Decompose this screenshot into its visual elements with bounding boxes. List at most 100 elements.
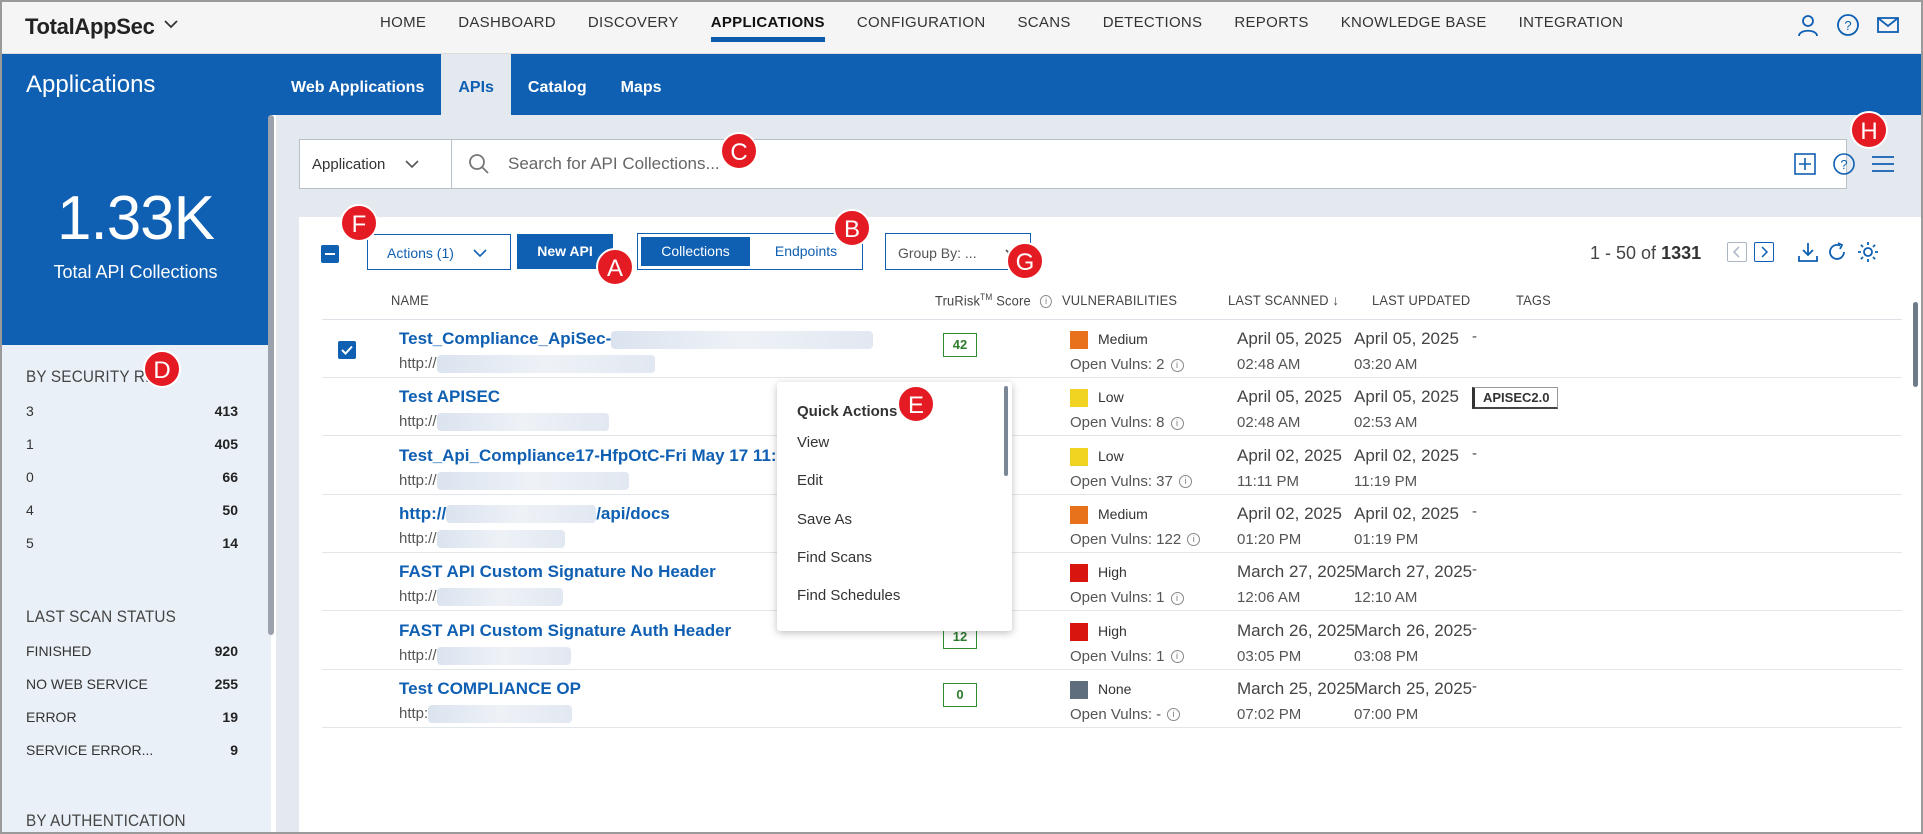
table-row[interactable]: http:///api/docshttp://323MediumOpen Vul… (322, 495, 1902, 553)
help-icon[interactable]: ? (1835, 12, 1861, 38)
chevron-down-icon (405, 160, 419, 169)
table-row[interactable]: Test APISEChttp://0LowOpen Vulns: 8iApri… (322, 378, 1902, 437)
quick-action-edit[interactable]: Edit (797, 472, 823, 489)
security-risk-section: BY SECURITY RISK 3 413 1 405 0 66 4 50 5 14 (26, 367, 238, 552)
table-row[interactable]: FAST API Custom Signature Auth Header htt… (322, 612, 1902, 670)
select-all-checkbox[interactable] (321, 245, 339, 263)
nav-applications[interactable]: APPLICATIONS (710, 0, 826, 54)
severity-label: Low (1098, 389, 1124, 406)
table-row[interactable]: Test_Api_Compliance17-HfpOtC-Fri May 17 … (322, 437, 1902, 495)
collection-name-link[interactable]: http:// /api/docs (399, 504, 670, 524)
severity-indicator (1070, 331, 1088, 349)
actions-dropdown[interactable]: Actions (1) (367, 234, 511, 270)
collection-url: http:// (399, 413, 609, 432)
nav-home[interactable]: HOME (380, 0, 426, 54)
info-icon[interactable]: i (1170, 650, 1184, 664)
col-tags[interactable]: TAGS (1516, 292, 1551, 308)
nav-reports[interactable]: REPORTS (1234, 0, 1308, 54)
last-updated-date: March 26, 2025 (1354, 620, 1473, 640)
col-name[interactable]: NAME (391, 292, 429, 308)
redacted-url (436, 413, 609, 432)
tab-catalog[interactable]: Catalog (511, 54, 604, 115)
table-row[interactable]: Test COMPLIANCE OP http: 0 None Open Vulns: … (322, 670, 1902, 728)
nav-discovery[interactable]: DISCOVERY (588, 0, 679, 54)
col-last-scanned[interactable]: LAST SCANNED ↓ (1228, 292, 1339, 308)
chevron-down-icon[interactable] (163, 18, 179, 30)
tab-maps[interactable]: Maps (604, 54, 679, 115)
collection-name-link[interactable]: FAST API Custom Signature No Header (399, 562, 716, 582)
table-row[interactable]: FAST API Custom Signature No Header http:… (322, 553, 1902, 612)
pager-range: 1 - 50 of (1590, 243, 1657, 263)
user-icon[interactable] (1795, 12, 1821, 38)
quick-action-find-scans[interactable]: Find Scans (797, 549, 872, 566)
filter-row[interactable]: 0 66 (26, 469, 238, 486)
collection-name-link[interactable]: Test APISEC (399, 387, 500, 407)
prev-page-button[interactable] (1727, 242, 1747, 262)
search-scope-dropdown[interactable]: Application (300, 140, 452, 188)
tag-chip[interactable]: APISEC2.0 (1472, 387, 1559, 410)
download-icon[interactable] (1796, 240, 1820, 264)
collection-name: Test_Compliance_ApiSec- (399, 329, 612, 348)
brand-logo[interactable]: TotalAppSec (25, 14, 155, 40)
collection-name-link[interactable]: Test COMPLIANCE OP (399, 679, 581, 699)
filter-row[interactable]: 1 405 (26, 436, 238, 453)
refresh-icon[interactable] (1825, 240, 1849, 264)
filter-row[interactable]: FINISHED 920 (26, 643, 238, 660)
nav-configuration[interactable]: CONFIGURATION (857, 0, 986, 54)
quick-action-find-schedules[interactable]: Find Schedules (797, 587, 900, 604)
tags-empty: - (1472, 677, 1477, 695)
info-icon[interactable]: i (1167, 708, 1181, 722)
search-help-icon[interactable]: ? (1831, 151, 1857, 177)
collection-name: Test_Api_Compliance17-HfpOtC-Fri May 17 … (399, 445, 802, 465)
info-icon[interactable]: i (1170, 358, 1184, 372)
tags-empty: - (1472, 444, 1477, 462)
col-last-updated[interactable]: LAST UPDATED (1372, 292, 1470, 308)
tab-web-applications[interactable]: Web Applications (274, 54, 441, 115)
info-icon[interactable]: i (1187, 533, 1201, 547)
nav-knowledge-base[interactable]: KNOWLEDGE BASE (1341, 0, 1487, 54)
settings-gear-icon[interactable] (1856, 240, 1880, 264)
last-updated-time: 03:20 AM (1354, 356, 1418, 373)
open-vulns: Open Vulns: 122 i (1070, 531, 1201, 548)
section-title: BY AUTHENTICATION TYPE (26, 811, 186, 834)
nav-integration[interactable]: INTEGRATION (1519, 0, 1624, 54)
info-icon[interactable]: i (1178, 475, 1192, 489)
info-icon[interactable]: i (1170, 416, 1184, 430)
tab-apis[interactable]: APIs (441, 54, 511, 115)
table-scrollbar[interactable] (1913, 302, 1918, 387)
filter-label: ERROR (26, 709, 77, 725)
mail-icon[interactable] (1875, 12, 1901, 38)
page-title: Applications (26, 71, 156, 98)
nav-detections[interactable]: DETECTIONS (1103, 0, 1203, 54)
info-icon[interactable]: i (1170, 591, 1184, 605)
search-input[interactable] (508, 150, 1508, 178)
sidebar-scrollbar[interactable] (268, 115, 274, 635)
filter-row[interactable]: ERROR 19 (26, 709, 238, 726)
filter-row[interactable]: SERVICE ERROR... 9 (26, 742, 238, 759)
quick-action-view[interactable]: View (797, 434, 829, 451)
filter-row[interactable]: 5 14 (26, 535, 238, 552)
next-page-button[interactable] (1754, 242, 1774, 262)
info-icon[interactable]: i (1040, 295, 1053, 309)
collection-name-link[interactable]: Test_Compliance_ApiSec- (399, 329, 874, 349)
nav-dashboard[interactable]: DASHBOARD (458, 0, 556, 54)
row-checkbox[interactable] (338, 341, 356, 359)
filter-row[interactable]: 3 413 (26, 403, 238, 420)
add-filter-icon[interactable] (1793, 152, 1817, 176)
filter-row[interactable]: NO WEB SERVICE 255 (26, 676, 238, 693)
filter-row[interactable]: 4 50 (26, 502, 238, 519)
menu-icon[interactable] (1870, 154, 1896, 174)
collections-toggle[interactable]: Collections (641, 237, 750, 266)
severity-indicator (1070, 505, 1088, 524)
col-trurisk[interactable]: TruRiskTM Score i (935, 292, 1053, 309)
collection-name-link[interactable]: FAST API Custom Signature Auth Header (399, 621, 731, 641)
quick-action-save-as[interactable]: Save As (797, 511, 852, 528)
url-prefix: http:// (399, 413, 437, 431)
menu-scrollbar[interactable] (1004, 386, 1008, 476)
filter-label: 1 (26, 436, 34, 452)
open-vulns: Open Vulns: 37 i (1070, 473, 1192, 490)
collection-name-link[interactable]: Test_Api_Compliance17-HfpOtC-Fri May 17 … (399, 446, 801, 466)
nav-scans[interactable]: SCANS (1018, 0, 1071, 54)
col-vulnerabilities[interactable]: VULNERABILITIES (1062, 292, 1177, 308)
table-row[interactable]: Test_Compliance_ApiSec-http:// 42 Medium Op… (322, 320, 1902, 378)
